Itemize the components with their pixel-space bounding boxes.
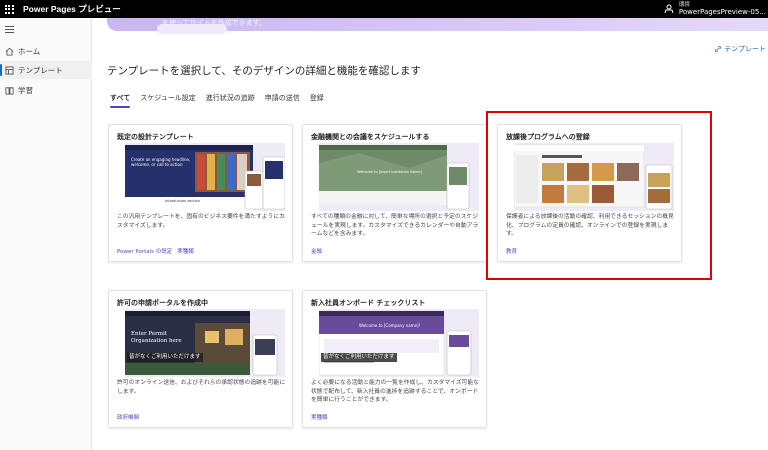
sidebar-item-home[interactable]: ホーム [0, 42, 92, 60]
card-tags: 金融 [311, 247, 327, 255]
preview-headline: Enter Permit Organization here [131, 331, 182, 344]
tab-registration[interactable]: 登録 [310, 93, 324, 107]
sidebar: ホーム テンプレート 学習 [0, 18, 92, 450]
card-title: 既定の設計テンプレート [117, 133, 194, 141]
template-card-default-design[interactable]: 既定の設計テンプレート Create an engaging headline,… [108, 124, 293, 262]
card-preview-image: Create an engaging headline, welcome, or… [125, 143, 285, 211]
environment-picker[interactable]: 環境 PowerPagesPreview-05... [664, 0, 768, 18]
link-icon [715, 45, 722, 53]
card-description: 許可のオンライン送信、およびそれらの承認状態の追跡を可能にします。 [117, 380, 286, 395]
environment-name: PowerPagesPreview-05... [678, 8, 766, 16]
tag: 実種類 [311, 415, 328, 421]
filter-tabs: すべて スケジュール設定 進行状況の追跡 申請の送信 登録 [110, 93, 334, 108]
app-launcher-icon[interactable] [0, 0, 18, 18]
tag: Power Portals の既定 [117, 249, 173, 255]
tab-progress-tracking[interactable]: 進行状況の追跡 [206, 93, 255, 107]
card-description: すべての種類の金融に対して、簡単な場所の選択と予定のスケジュールを実現します。カ… [311, 214, 479, 237]
menu-toggle-icon[interactable] [5, 26, 14, 35]
banner-decoration [157, 24, 227, 34]
tab-submit-application[interactable]: 申請の送信 [265, 93, 300, 107]
page-title: テンプレートを選択して、そのデザインの詳細と機能を確認します [107, 65, 421, 77]
card-preview-image: Welcome to [Insert Institution Name] [319, 143, 479, 211]
card-tags: 実種類 [311, 413, 333, 421]
card-preview-image: Enter Permit Organization here 皆がなくご利用いた… [125, 309, 285, 377]
tag: 金融 [311, 249, 323, 255]
template-link-label: テンプレート [724, 45, 766, 53]
tag: 実種類 [177, 249, 194, 255]
preview-headline: Create an engaging headline, welcome, or… [131, 157, 191, 167]
card-tags: Power Portals の既定 実種類 [117, 247, 199, 255]
preview-accessibility-note: 皆がなくご利用いただけます [127, 353, 203, 362]
card-title: 金融機関との会議をスケジュールする [311, 133, 430, 141]
book-icon [5, 86, 14, 95]
template-link[interactable]: テンプレート [714, 44, 766, 54]
template-card-onboarding-checklist[interactable]: 新入社員オンボード チェックリスト Welcome to [Company na… [302, 290, 487, 428]
sidebar-item-label: ホーム [18, 46, 41, 56]
card-title: 新入社員オンボード チェックリスト [311, 299, 426, 307]
sidebar-item-templates[interactable]: テンプレート [0, 61, 92, 79]
preview-subheading: Introduction section [165, 199, 200, 203]
sidebar-item-label: 学習 [18, 85, 33, 95]
environment-icon [664, 4, 674, 14]
card-preview-image: Welcome to [Company name]! 皆がなくご利用いただけます [319, 309, 479, 377]
sidebar-item-learn[interactable]: 学習 [0, 81, 92, 99]
card-title: 許可の申請ポータルを作成中 [117, 299, 208, 307]
tab-all[interactable]: すべて [110, 93, 131, 108]
hero-banner: を使ってサイトを作成できます。 [107, 18, 768, 34]
template-icon [5, 65, 14, 75]
card-description: よく必要になる活動と能力の一覧を作成し、カスタマイズ可能な状態で配布して、新入社… [311, 380, 479, 403]
preview-headline: Welcome to [Insert Institution Name] [357, 170, 422, 174]
top-bar: Power Pages プレビュー 環境 PowerPagesPreview-0… [0, 0, 768, 18]
template-card-finance-meeting[interactable]: 金融機関との会議をスケジュールする Welcome to [Insert Ins… [302, 124, 487, 262]
sidebar-item-label: テンプレート [18, 65, 63, 75]
card-description: この汎用テンプレートを、固有のビジネス要件を満たすようにカスタマイズします。 [117, 214, 285, 229]
app-title[interactable]: Power Pages プレビュー [23, 3, 121, 15]
tag: 政府機関 [117, 415, 140, 421]
card-tags: 政府機関 [117, 413, 144, 421]
template-card-permit-portal[interactable]: 許可の申請ポータルを作成中 Enter Permit Organization … [108, 290, 293, 428]
tab-scheduling[interactable]: スケジュール設定 [140, 93, 196, 107]
preview-accessibility-note: 皆がなくご利用いただけます [321, 353, 397, 362]
highlight-annotation-box [486, 111, 712, 280]
preview-headline: Welcome to [Company name]! [359, 323, 421, 328]
home-icon [5, 47, 14, 56]
